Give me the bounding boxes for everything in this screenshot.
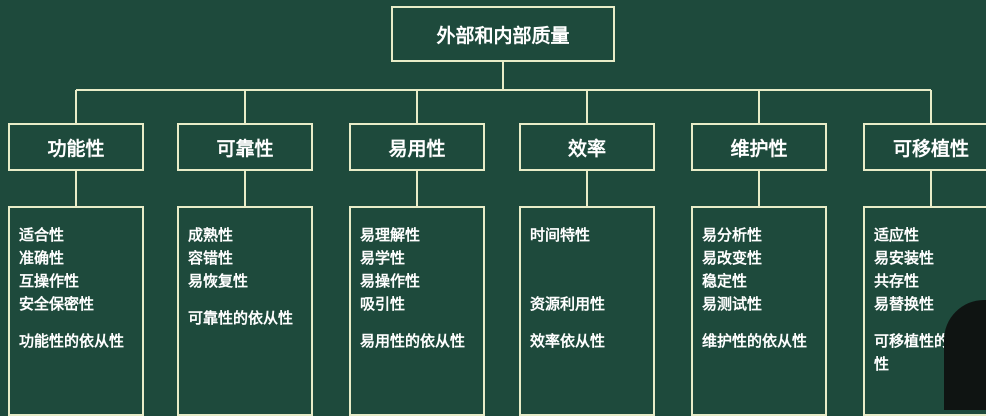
detail-item (530, 247, 647, 270)
quality-model-diagram: 外部和内部质量 功能性 适合性 准确性 互操作性 安全保密性 功能性的依从性 可靠性 成熟性容… (0, 0, 986, 416)
detail-item: 易测试性 (702, 295, 763, 313)
compliance-item: 功能性的依从性 (19, 332, 125, 350)
detail-item: 易理解性 (360, 226, 421, 244)
category-details-0: 适合性准确性互操作性安全保密性功能性的依从性 (8, 206, 144, 416)
category-details-1: 成熟性容错性易恢复性可靠性的依从性 (177, 206, 313, 416)
detail-item: 易分析性 (702, 226, 763, 244)
detail-item (530, 270, 647, 293)
root-node: 外部和内部质量 (391, 6, 615, 62)
detail-item: 适应性 (874, 226, 920, 244)
detail-item: 易学性 (360, 249, 406, 267)
category-node-4: 维护性 (691, 123, 827, 171)
category-node-0: 功能性 (8, 123, 144, 171)
compliance-item: 效率依从性 (530, 332, 606, 350)
detail-item: 易改变性 (702, 249, 763, 267)
category-node-3: 效率 (519, 123, 655, 171)
compliance-item: 可靠性的依从性 (188, 309, 294, 327)
category-node-1: 可靠性 (177, 123, 313, 171)
category-node-5: 可移植性 (863, 123, 986, 171)
category-details-4: 易分析性易改变性稳定性易测试性维护性的依从性 (691, 206, 827, 416)
detail-item: 资源利用性 (530, 295, 606, 313)
detail-item: 互操作性 (19, 272, 80, 290)
detail-item: 易操作性 (360, 272, 421, 290)
detail-item: 共存性 (874, 272, 920, 290)
detail-item: 稳定性 (702, 272, 748, 290)
detail-item: 适合性 (19, 226, 65, 244)
detail-item: 易安装性 (874, 249, 935, 267)
compliance-item: 维护性的依从性 (702, 332, 808, 350)
detail-item: 成熟性 (188, 226, 234, 244)
detail-item: 容错性 (188, 249, 234, 267)
detail-item: 安全保密性 (19, 295, 95, 313)
compliance-item: 易用性的依从性 (360, 332, 466, 350)
detail-item: 吸引性 (360, 295, 406, 313)
category-details-2: 易理解性易学性易操作性吸引性易用性的依从性 (349, 206, 485, 416)
detail-item: 准确性 (19, 249, 65, 267)
detail-item: 时间特性 (530, 226, 591, 244)
category-node-2: 易用性 (349, 123, 485, 171)
category-details-3: 时间特性资源利用性效率依从性 (519, 206, 655, 416)
detail-item: 易恢复性 (188, 272, 249, 290)
presenter-silhouette (944, 300, 986, 410)
